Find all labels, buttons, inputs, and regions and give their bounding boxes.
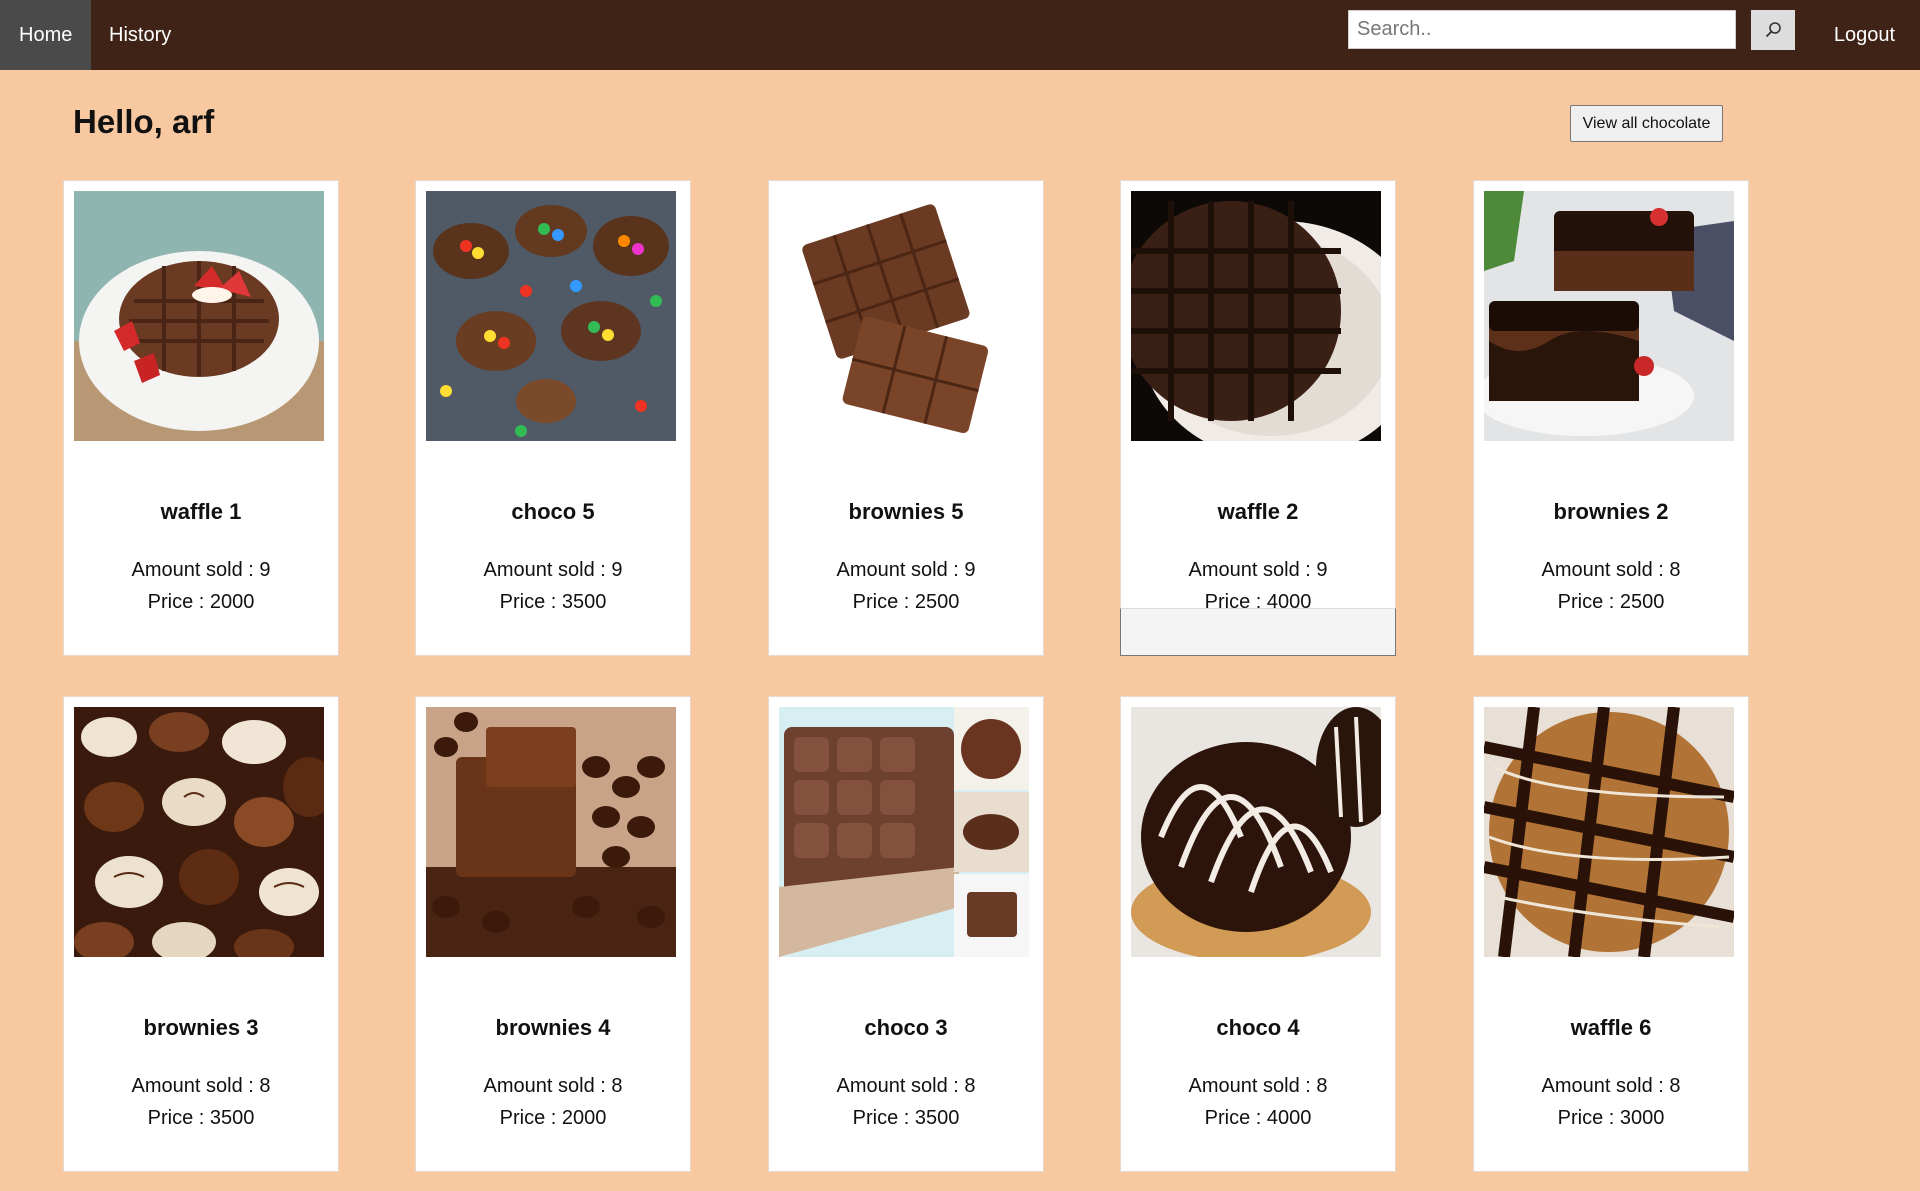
waffle-strawberry-image (74, 191, 324, 441)
search-input[interactable] (1348, 10, 1736, 49)
product-card[interactable]: waffle 2 Amount sold : 9 Price : 4000 (1120, 180, 1396, 656)
product-price: Price : 2500 (852, 591, 960, 613)
search-icon (1765, 22, 1781, 38)
product-name: brownies 3 (143, 1015, 259, 1040)
product-card[interactable]: brownies 4 Amount sold : 8 Price : 2000 (415, 696, 691, 1172)
product-amount-sold: Amount sold : 8 (1541, 1075, 1681, 1097)
candy-eggs-image (426, 191, 676, 441)
brownie-cake-image (1484, 191, 1734, 441)
waffle-drizzle-image (1484, 707, 1734, 957)
product-amount-sold: Amount sold : 9 (836, 559, 976, 581)
product-name: brownies 4 (495, 1015, 611, 1040)
product-amount-sold: Amount sold : 8 (1541, 559, 1681, 581)
product-name: waffle 1 (160, 499, 242, 524)
product-card[interactable]: brownies 2 Amount sold : 8 Price : 2500 (1473, 180, 1749, 656)
product-name: waffle 6 (1570, 1015, 1652, 1040)
product-price: Price : 2000 (499, 1107, 607, 1129)
product-amount-sold: Amount sold : 9 (1188, 559, 1328, 581)
striped-donut-image (1131, 707, 1381, 957)
search-button[interactable] (1751, 10, 1795, 50)
product-name: choco 5 (511, 499, 595, 524)
nav-history-link[interactable]: History (90, 0, 190, 70)
card-hover-strip (1120, 608, 1396, 656)
greeting-heading: Hello, arf (73, 103, 215, 140)
product-amount-sold: Amount sold : 8 (483, 1075, 623, 1097)
top-navbar: Home History Logout (0, 0, 1920, 70)
product-card[interactable]: brownies 3 Amount sold : 8 Price : 3500 (63, 696, 339, 1172)
product-card[interactable]: choco 4 Amount sold : 8 Price : 4000 (1120, 696, 1396, 1172)
view-all-chocolate-button[interactable]: View all chocolate (1570, 105, 1723, 142)
nav-home-link[interactable]: Home (0, 0, 92, 70)
product-name: choco 3 (864, 1015, 948, 1040)
chocolate-waffle-image (1131, 191, 1381, 441)
product-price: Price : 3500 (499, 591, 607, 613)
product-card[interactable]: waffle 6 Amount sold : 8 Price : 3000 (1473, 696, 1749, 1172)
product-price: Price : 3500 (147, 1107, 255, 1129)
product-amount-sold: Amount sold : 8 (131, 1075, 271, 1097)
chocolate-beans-image (426, 707, 676, 957)
pralines-image (74, 707, 324, 957)
product-price: Price : 4000 (1204, 1107, 1312, 1129)
product-card[interactable]: waffle 1 Amount sold : 9 Price : 2000 (63, 180, 339, 656)
product-price: Price : 3000 (1557, 1107, 1665, 1129)
product-name: waffle 2 (1217, 499, 1299, 524)
product-price: Price : 2500 (1557, 591, 1665, 613)
product-name: brownies 5 (848, 499, 964, 524)
product-amount-sold: Amount sold : 8 (836, 1075, 976, 1097)
product-name: brownies 2 (1553, 499, 1669, 524)
truffle-collage-image (779, 707, 1029, 957)
product-price: Price : 3500 (852, 1107, 960, 1129)
product-amount-sold: Amount sold : 8 (1188, 1075, 1328, 1097)
product-name: choco 4 (1216, 1015, 1300, 1040)
logout-link[interactable]: Logout (1815, 0, 1914, 70)
product-card[interactable]: brownies 5 Amount sold : 9 Price : 2500 (768, 180, 1044, 656)
product-price: Price : 2000 (147, 591, 255, 613)
chocolate-bar-image (779, 191, 1029, 441)
product-amount-sold: Amount sold : 9 (483, 559, 623, 581)
product-card[interactable]: choco 5 Amount sold : 9 Price : 3500 (415, 180, 691, 656)
product-card[interactable]: choco 3 Amount sold : 8 Price : 3500 (768, 696, 1044, 1172)
product-amount-sold: Amount sold : 9 (131, 559, 271, 581)
